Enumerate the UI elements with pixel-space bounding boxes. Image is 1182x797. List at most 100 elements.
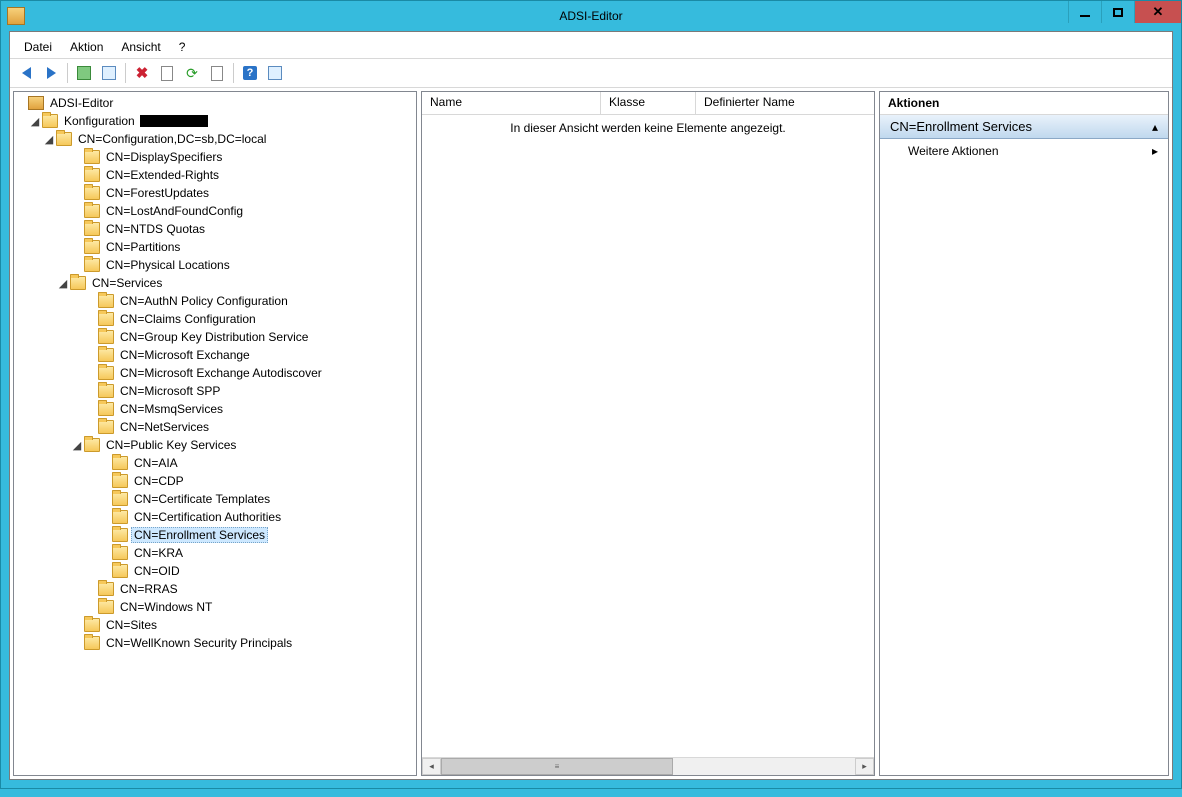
- folder-icon: [98, 366, 114, 380]
- actions-header: Aktionen: [880, 92, 1168, 115]
- tree-item[interactable]: ▸CN=Windows NT: [14, 598, 416, 616]
- properties-button[interactable]: [155, 61, 179, 85]
- tree-item[interactable]: ▸CN=CDP: [14, 472, 416, 490]
- tree-item[interactable]: ▸CN=AuthN Policy Configuration: [14, 292, 416, 310]
- tree-label: CN=MsmqServices: [117, 401, 226, 417]
- chevron-right-icon: ▸: [1152, 144, 1158, 158]
- tree-item[interactable]: ▸CN=LostAndFoundConfig: [14, 202, 416, 220]
- close-button[interactable]: ✕: [1134, 1, 1181, 23]
- tree-item[interactable]: ▸CN=Certification Authorities: [14, 508, 416, 526]
- folder-icon: [84, 150, 100, 164]
- tree-item[interactable]: ▸CN=Microsoft SPP: [14, 382, 416, 400]
- folder-icon: [98, 330, 114, 344]
- show-actions-button[interactable]: [263, 61, 287, 85]
- scroll-right-button[interactable]: ▸: [855, 758, 874, 775]
- expander-icon[interactable]: ◢: [42, 132, 56, 146]
- show-hide-tree-button[interactable]: [97, 61, 121, 85]
- tree-item[interactable]: ▸CN=WellKnown Security Principals: [14, 634, 416, 652]
- folder-icon: [112, 528, 128, 542]
- forward-button[interactable]: [39, 61, 63, 85]
- expander-icon[interactable]: ◢: [70, 438, 84, 452]
- tree-konfiguration[interactable]: ◢ Konfiguration: [14, 112, 416, 130]
- refresh-button[interactable]: ⟳: [180, 61, 204, 85]
- help-button[interactable]: ?: [238, 61, 262, 85]
- tree-label: CN=AuthN Policy Configuration: [117, 293, 291, 309]
- actions-selected-node[interactable]: CN=Enrollment Services ▴: [880, 115, 1168, 139]
- pane-icon: [102, 66, 116, 80]
- actions-more[interactable]: Weitere Aktionen ▸: [880, 139, 1168, 163]
- export-button[interactable]: [205, 61, 229, 85]
- app-body: Datei Aktion Ansicht ? ✖ ⟳ ?: [9, 31, 1173, 780]
- tree-label: CN=Microsoft Exchange: [117, 347, 253, 363]
- folder-icon: [112, 474, 128, 488]
- tree-label: CN=LostAndFoundConfig: [103, 203, 246, 219]
- tree-item[interactable]: ▸CN=Physical Locations: [14, 256, 416, 274]
- tree-item[interactable]: ▸CN=Certificate Templates: [14, 490, 416, 508]
- tree-label: CN=Group Key Distribution Service: [117, 329, 311, 345]
- adsi-root-icon: [28, 96, 44, 110]
- tree-label: CN=Windows NT: [117, 599, 215, 615]
- tree-item[interactable]: ▸CN=ForestUpdates: [14, 184, 416, 202]
- minimize-button[interactable]: [1068, 1, 1101, 23]
- tree-item[interactable]: ▸CN=Claims Configuration: [14, 310, 416, 328]
- scroll-thumb[interactable]: ≡: [441, 758, 673, 775]
- menu-help[interactable]: ?: [171, 38, 194, 56]
- folder-icon: [98, 312, 114, 326]
- tree-pane[interactable]: ▸ ADSI-Editor ◢ Konfiguration ◢ CN=Confi…: [13, 91, 417, 776]
- tree-item[interactable]: ▸CN=Microsoft Exchange: [14, 346, 416, 364]
- folder-icon: [84, 222, 100, 236]
- tree-item[interactable]: ▸CN=NTDS Quotas: [14, 220, 416, 238]
- column-name[interactable]: Name: [422, 92, 601, 114]
- app-window: ADSI-Editor ✕ Datei Aktion Ansicht ? ✖ ⟳: [0, 0, 1182, 789]
- tree-item[interactable]: ▸CN=KRA: [14, 544, 416, 562]
- tree-item[interactable]: ▸CN=Extended-Rights: [14, 166, 416, 184]
- back-button[interactable]: [14, 61, 38, 85]
- menu-aktion[interactable]: Aktion: [62, 38, 111, 56]
- tree-item[interactable]: ▸CN=RRAS: [14, 580, 416, 598]
- expander-icon[interactable]: ◢: [56, 276, 70, 290]
- tree-label: CN=Microsoft SPP: [117, 383, 223, 399]
- folder-icon: [112, 456, 128, 470]
- folder-icon: [98, 582, 114, 596]
- menu-ansicht[interactable]: Ansicht: [113, 38, 168, 56]
- tree-enrollment-services[interactable]: ▸ CN=Enrollment Services: [14, 526, 416, 544]
- tree-public-key-services[interactable]: ◢ CN=Public Key Services: [14, 436, 416, 454]
- actions-selected-label: CN=Enrollment Services: [890, 119, 1032, 134]
- folder-icon: [112, 546, 128, 560]
- column-dn[interactable]: Definierter Name: [696, 92, 874, 114]
- tree-item[interactable]: ▸CN=NetServices: [14, 418, 416, 436]
- column-klasse[interactable]: Klasse: [601, 92, 696, 114]
- expander-icon[interactable]: ◢: [28, 114, 42, 128]
- tree-label: CN=DisplaySpecifiers: [103, 149, 225, 165]
- tree-services[interactable]: ◢ CN=Services: [14, 274, 416, 292]
- tree-item[interactable]: ▸CN=DisplaySpecifiers: [14, 148, 416, 166]
- list-pane[interactable]: Name Klasse Definierter Name In dieser A…: [421, 91, 875, 776]
- tree-root[interactable]: ▸ ADSI-Editor: [14, 94, 416, 112]
- tree-item[interactable]: ▸CN=Group Key Distribution Service: [14, 328, 416, 346]
- tree-item[interactable]: ▸CN=Microsoft Exchange Autodiscover: [14, 364, 416, 382]
- tree-item[interactable]: ▸CN=Sites: [14, 616, 416, 634]
- delete-button[interactable]: ✖: [130, 61, 154, 85]
- tree-item[interactable]: ▸CN=AIA: [14, 454, 416, 472]
- scroll-track[interactable]: ≡: [441, 758, 855, 775]
- empty-message: In dieser Ansicht werden keine Elemente …: [510, 121, 786, 135]
- maximize-button[interactable]: [1101, 1, 1134, 23]
- toolbar-separator: [67, 63, 68, 83]
- titlebar[interactable]: ADSI-Editor ✕: [1, 1, 1181, 31]
- tree-item[interactable]: ▸CN=OID: [14, 562, 416, 580]
- scroll-left-button[interactable]: ◂: [422, 758, 441, 775]
- up-button[interactable]: [72, 61, 96, 85]
- folder-icon: [70, 276, 86, 290]
- tree-label: Konfiguration: [61, 113, 138, 129]
- list-columns: Name Klasse Definierter Name: [422, 92, 874, 115]
- menu-datei[interactable]: Datei: [16, 38, 60, 56]
- folder-icon: [98, 420, 114, 434]
- arrow-right-icon: [47, 67, 56, 79]
- tree-item[interactable]: ▸CN=MsmqServices: [14, 400, 416, 418]
- tree-label: CN=RRAS: [117, 581, 181, 597]
- tree-configuration-dn[interactable]: ◢ CN=Configuration,DC=sb,DC=local: [14, 130, 416, 148]
- tree-item[interactable]: ▸CN=Partitions: [14, 238, 416, 256]
- tree-label: CN=OID: [131, 563, 183, 579]
- folder-icon: [112, 564, 128, 578]
- horizontal-scrollbar[interactable]: ◂ ≡ ▸: [422, 757, 874, 775]
